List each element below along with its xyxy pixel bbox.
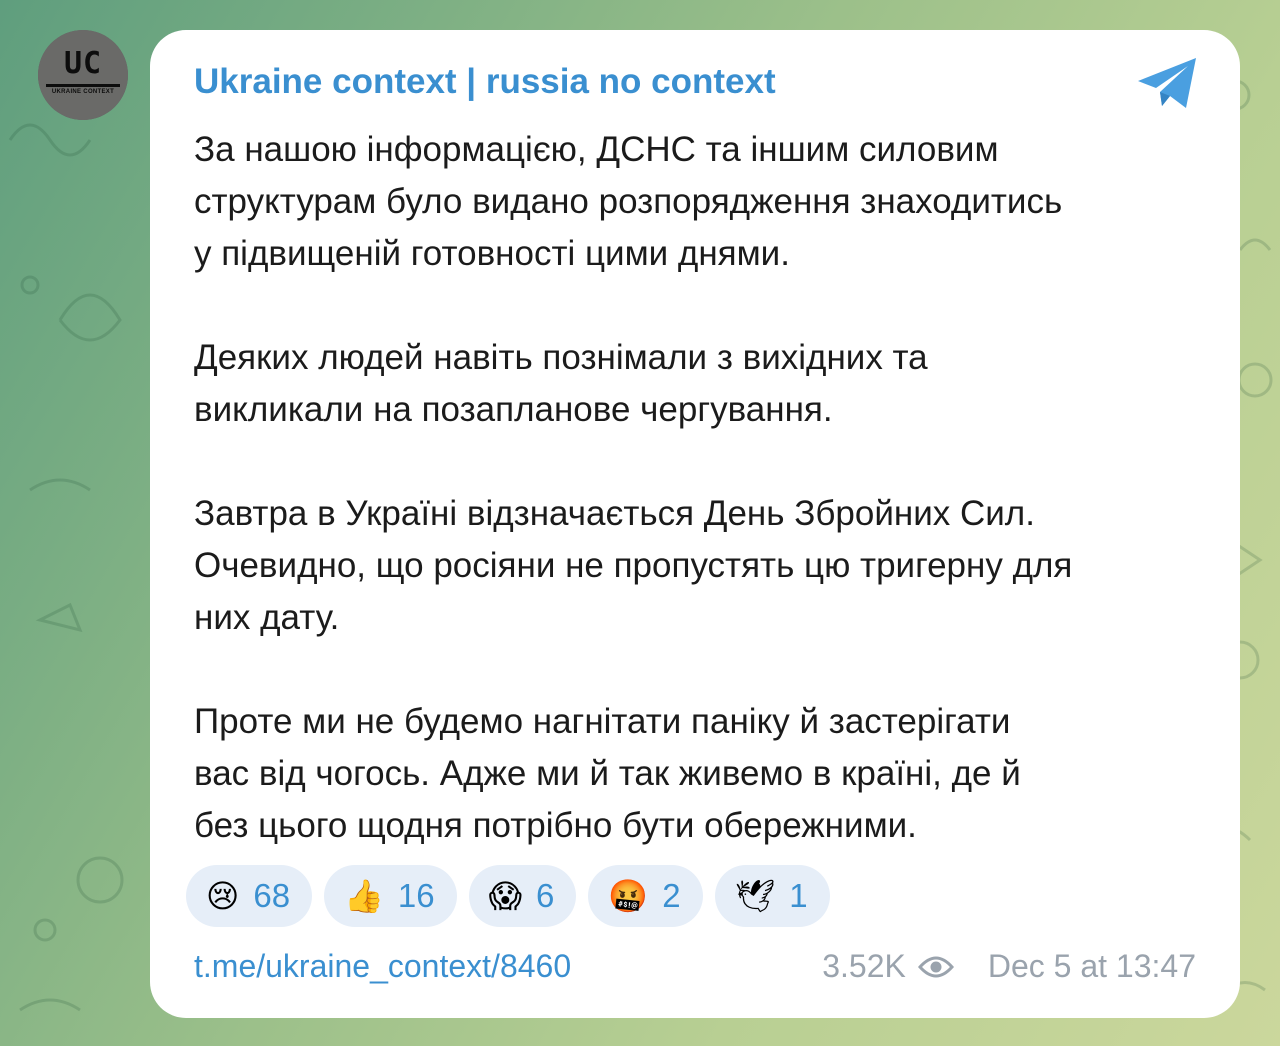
telegram-logo-icon [1138,58,1196,108]
message-paragraph: За нашою інформацією, ДСНС та іншим сило… [194,130,1063,273]
channel-logo: UC UKRAINE CONTEXT [38,30,128,120]
channel-avatar[interactable]: UC UKRAINE CONTEXT [38,30,128,120]
eye-icon [917,956,954,977]
message-bubble: Ukraine context | russia no context За н… [150,30,1240,1018]
dove-icon: 🕊 [734,877,776,915]
avatar-logo-mark: UC [63,46,103,81]
post-meta: 3.52K Dec 5 at 13:47 [822,948,1196,985]
message-text: За нашою інформацією, ДСНС та іншим сило… [194,124,1214,904]
reactions-bar: 😢 68 👍 16 😱 6 🤬 2 🕊 1 [186,865,830,927]
reaction-count: 68 [253,877,291,914]
view-count: 3.52K [822,948,906,984]
avatar-logo-subtext: UKRAINE CONTEXT [51,89,115,95]
avatar-logo-underline [46,84,120,87]
post-link[interactable]: t.me/ukraine_context/8460 [194,948,571,985]
reaction-count: 6 [536,877,555,914]
thumbs-up-icon: 👍 [344,877,384,915]
reaction-count: 1 [789,877,808,914]
reaction-count: 2 [662,877,681,914]
reaction-thumbs-up[interactable]: 👍 16 [324,865,457,927]
reaction-cursing[interactable]: 🤬 2 [588,865,703,927]
post-timestamp: Dec 5 at 13:47 [987,948,1196,984]
reaction-dove[interactable]: 🕊 1 [714,865,830,927]
reaction-crying[interactable]: 😢 68 [186,865,313,927]
cursing-face-icon: 🤬 [608,877,649,915]
message-paragraph: Деяких людей навіть познімали з вихідних… [194,338,928,429]
channel-name-link[interactable]: Ukraine context | russia no context [194,62,776,102]
screaming-face-icon: 😱 [488,877,522,915]
message-paragraph: Проте ми не будемо нагнітати паніку й за… [194,702,1021,845]
crying-face-icon: 😢 [206,877,240,915]
reaction-count: 16 [397,877,435,914]
reaction-screaming[interactable]: 😱 6 [468,865,577,927]
message-paragraph: Завтра в Україні відзначається День Збро… [194,494,1073,637]
